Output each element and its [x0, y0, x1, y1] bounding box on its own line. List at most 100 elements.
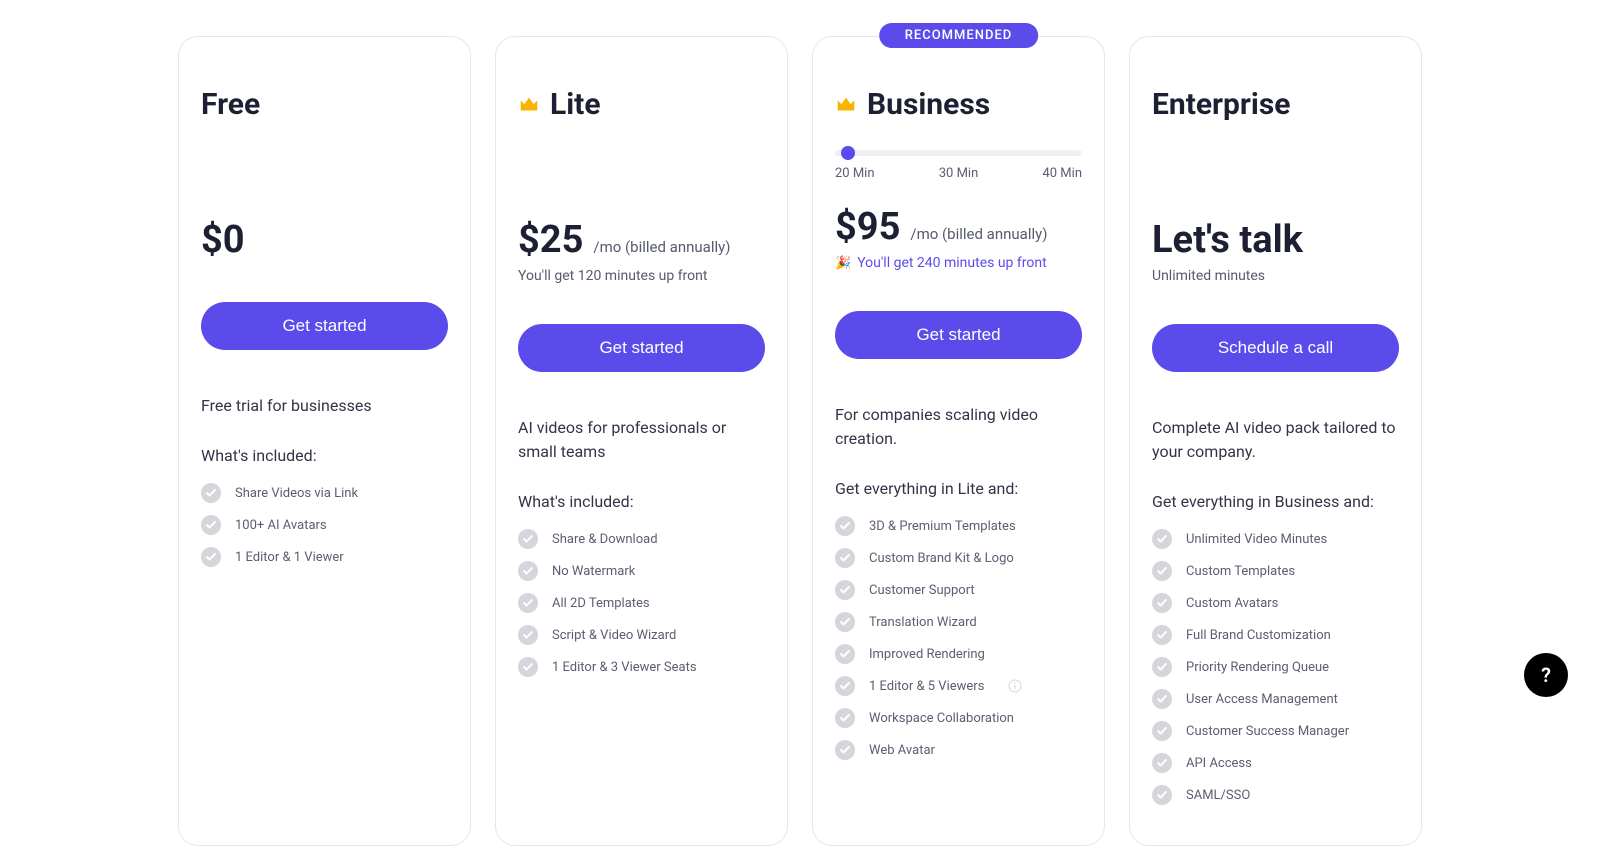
check-icon	[835, 644, 855, 664]
feature-text: Customer Success Manager	[1186, 724, 1349, 739]
check-icon	[835, 548, 855, 568]
feature-item: Custom Brand Kit & Logo	[835, 548, 1082, 568]
check-icon	[1152, 753, 1172, 773]
feature-text: Priority Rendering Queue	[1186, 660, 1329, 675]
feature-item: Customer Support	[835, 580, 1082, 600]
confetti-icon: 🎉	[835, 256, 851, 271]
minutes-slider[interactable]: 20 Min 30 Min 40 Min	[835, 150, 1082, 181]
included-label: Get everything in Lite and:	[835, 479, 1082, 498]
plan-card-business: RECOMMENDED Business 20 Min 30 Min 40 Mi…	[812, 36, 1105, 846]
get-started-button[interactable]: Get started	[518, 324, 765, 372]
feature-item: All 2D Templates	[518, 593, 765, 613]
plan-price: $0	[201, 218, 245, 262]
plan-title: Business	[867, 87, 990, 122]
check-icon	[201, 515, 221, 535]
feature-item: 1 Editor & 5 Viewers	[835, 676, 1082, 696]
check-icon	[835, 516, 855, 536]
check-icon	[835, 612, 855, 632]
feature-text: Customer Support	[869, 583, 975, 598]
feature-item: Workspace Collaboration	[835, 708, 1082, 728]
slider-tick-label: 40 Min	[1042, 166, 1082, 181]
plan-subline: Unlimited minutes	[1152, 268, 1399, 284]
feature-item: Custom Templates	[1152, 561, 1399, 581]
feature-text: Unlimited Video Minutes	[1186, 532, 1327, 547]
feature-item: Improved Rendering	[835, 644, 1082, 664]
crown-icon	[835, 94, 857, 116]
included-label: What's included:	[201, 446, 448, 465]
feature-item: Script & Video Wizard	[518, 625, 765, 645]
check-icon	[835, 708, 855, 728]
feature-text: Full Brand Customization	[1186, 628, 1331, 643]
feature-text: Translation Wizard	[869, 615, 977, 630]
feature-text: User Access Management	[1186, 692, 1338, 707]
feature-text: 1 Editor & 1 Viewer	[235, 550, 344, 565]
plan-price: $95	[835, 205, 900, 249]
feature-text: 1 Editor & 5 Viewers	[869, 679, 984, 694]
feature-text: Custom Brand Kit & Logo	[869, 551, 1014, 566]
slider-tick-label: 30 Min	[939, 166, 979, 181]
plan-title: Enterprise	[1152, 87, 1290, 122]
feature-item: Customer Success Manager	[1152, 721, 1399, 741]
feature-list: Share & Download No Watermark All 2D Tem…	[518, 529, 765, 677]
feature-item: Share Videos via Link	[201, 483, 448, 503]
plan-title: Lite	[550, 87, 601, 122]
plan-card-enterprise: Enterprise Let's talk Unlimited minutes …	[1129, 36, 1422, 846]
check-icon	[1152, 561, 1172, 581]
feature-item: 1 Editor & 3 Viewer Seats	[518, 657, 765, 677]
check-icon	[518, 561, 538, 581]
feature-text: Share & Download	[552, 532, 658, 547]
plan-subline: 🎉 You'll get 240 minutes up front	[835, 255, 1082, 271]
check-icon	[518, 625, 538, 645]
feature-text: Custom Templates	[1186, 564, 1295, 579]
feature-item: Share & Download	[518, 529, 765, 549]
feature-item: Unlimited Video Minutes	[1152, 529, 1399, 549]
feature-list: Unlimited Video Minutes Custom Templates…	[1152, 529, 1399, 805]
plan-description: Free trial for businesses	[201, 394, 448, 418]
feature-item: 100+ AI Avatars	[201, 515, 448, 535]
check-icon	[518, 529, 538, 549]
plan-card-lite: Lite $25 /mo (billed annually) You'll ge…	[495, 36, 788, 846]
slider-track	[835, 150, 1082, 156]
feature-text: 3D & Premium Templates	[869, 519, 1016, 534]
feature-text: No Watermark	[552, 564, 635, 579]
feature-list: Share Videos via Link 100+ AI Avatars 1 …	[201, 483, 448, 567]
feature-text: All 2D Templates	[552, 596, 650, 611]
feature-item: No Watermark	[518, 561, 765, 581]
plan-description: AI videos for professionals or small tea…	[518, 416, 765, 464]
feature-list: 3D & Premium Templates Custom Brand Kit …	[835, 516, 1082, 760]
check-icon	[835, 580, 855, 600]
feature-item: 3D & Premium Templates	[835, 516, 1082, 536]
feature-item: Custom Avatars	[1152, 593, 1399, 613]
feature-item: 1 Editor & 1 Viewer	[201, 547, 448, 567]
slider-tick-label: 20 Min	[835, 166, 875, 181]
plan-interval: /mo (billed annually)	[593, 238, 730, 256]
help-button[interactable]: ?	[1524, 653, 1568, 697]
check-icon	[518, 593, 538, 613]
check-icon	[201, 483, 221, 503]
get-started-button[interactable]: Get started	[835, 311, 1082, 359]
plan-description: For companies scaling video creation.	[835, 403, 1082, 451]
pricing-row: Free $0 Get started Free trial for busin…	[0, 0, 1600, 846]
get-started-button[interactable]: Get started	[201, 302, 448, 350]
feature-item: Web Avatar	[835, 740, 1082, 760]
crown-icon	[518, 94, 540, 116]
schedule-call-button[interactable]: Schedule a call	[1152, 324, 1399, 372]
feature-text: Web Avatar	[869, 743, 935, 758]
plan-card-free: Free $0 Get started Free trial for busin…	[178, 36, 471, 846]
feature-text: API Access	[1186, 756, 1252, 771]
check-icon	[1152, 785, 1172, 805]
plan-title: Free	[201, 87, 260, 122]
plan-price: Let's talk	[1152, 218, 1303, 262]
check-icon	[835, 740, 855, 760]
plan-description: Complete AI video pack tailored to your …	[1152, 416, 1399, 464]
plan-price: $25	[518, 218, 583, 262]
check-icon	[1152, 593, 1172, 613]
plan-subline: You'll get 120 minutes up front	[518, 268, 765, 284]
plan-subline-text: You'll get 240 minutes up front	[857, 255, 1046, 271]
slider-thumb[interactable]	[841, 146, 855, 160]
plan-interval: /mo (billed annually)	[910, 225, 1047, 243]
feature-text: 100+ AI Avatars	[235, 518, 327, 533]
feature-text: Custom Avatars	[1186, 596, 1278, 611]
info-icon[interactable]	[1008, 679, 1022, 693]
feature-text: SAML/SSO	[1186, 788, 1250, 803]
